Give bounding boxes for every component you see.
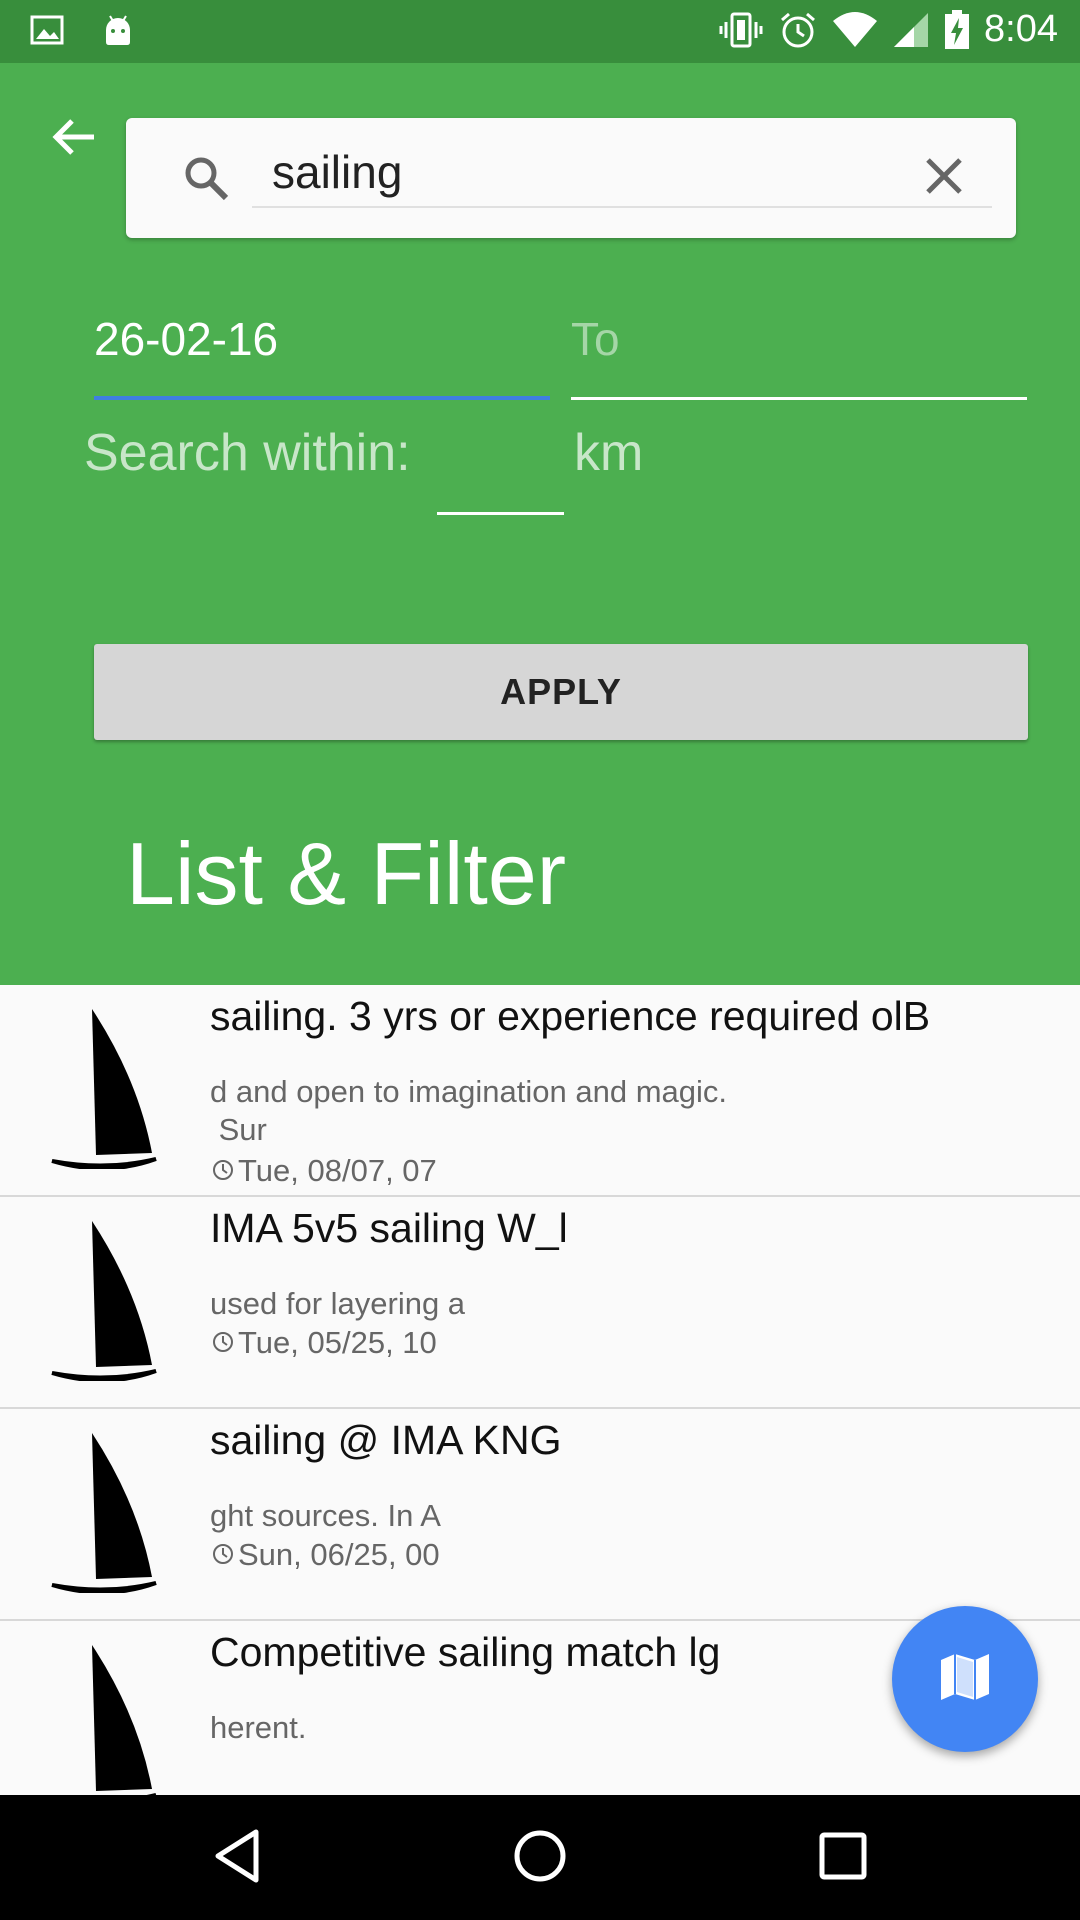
item-description: ght sources. In A [210, 1498, 441, 1533]
clock-icon [212, 1537, 234, 1573]
search-box [126, 118, 1016, 238]
sailboat-icon [48, 1433, 158, 1598]
nav-back-button[interactable] [204, 1825, 270, 1891]
nav-home-icon [512, 1828, 568, 1889]
search-within-label: Search within: [84, 424, 411, 482]
close-icon [924, 156, 964, 201]
image-icon [30, 13, 64, 47]
list-item[interactable]: sailing. 3 yrs or experience required ol… [0, 985, 1080, 1197]
map-view-fab[interactable] [892, 1606, 1038, 1752]
status-time: 8:04 [984, 8, 1058, 50]
page-title: List & Filter [126, 824, 567, 923]
search-icon [182, 154, 230, 207]
vibrate-icon [718, 10, 764, 50]
item-date: Tue, 08/07, 07 [212, 1153, 437, 1189]
battery-charging-icon [944, 9, 970, 50]
clock-icon [212, 1153, 234, 1189]
back-button[interactable] [46, 111, 102, 167]
item-title: sailing @ IMA KNG [210, 1417, 562, 1463]
search-header: 26-02-16 To Search within: km APPLY List… [0, 63, 1080, 985]
clear-search-button[interactable] [916, 150, 972, 206]
alarm-icon [778, 10, 818, 50]
signal-icon [892, 11, 930, 49]
item-title: sailing. 3 yrs or experience required ol… [210, 993, 931, 1039]
nav-back-icon [212, 1828, 262, 1889]
nav-home-button[interactable] [507, 1825, 573, 1891]
item-date-text: Tue, 05/25, 10 [238, 1325, 437, 1360]
item-date-text: Sun, 06/25, 00 [238, 1537, 440, 1572]
search-input[interactable] [252, 138, 992, 208]
item-description: d and open to imagination and magic. Sur [210, 1074, 728, 1147]
item-title: IMA 5v5 sailing W_l [210, 1205, 568, 1251]
arrow-left-icon [50, 115, 98, 164]
map-icon [937, 1652, 993, 1707]
search-radius-input[interactable] [437, 435, 564, 515]
item-date: Tue, 05/25, 10 [212, 1325, 437, 1361]
item-description: herent. [210, 1710, 307, 1745]
system-nav-bar [0, 1795, 1080, 1920]
status-bar: 8:04 [0, 0, 1080, 63]
item-title: Competitive sailing match lg [210, 1629, 721, 1675]
sailboat-icon [48, 1645, 158, 1795]
sailboat-icon [48, 1221, 158, 1386]
list-item[interactable]: IMA 5v5 sailing W_l used for layering a … [0, 1197, 1080, 1409]
list-item[interactable]: sailing @ IMA KNG ght sources. In A Sun,… [0, 1409, 1080, 1621]
date-from-field[interactable]: 26-02-16 [94, 296, 550, 400]
km-unit-label: km [574, 424, 644, 482]
date-to-placeholder: To [571, 313, 620, 365]
wifi-icon [832, 11, 878, 49]
clock-icon [212, 1325, 234, 1361]
apply-button[interactable]: APPLY [94, 644, 1028, 740]
date-to-field[interactable]: To [571, 296, 1027, 400]
android-icon [100, 12, 136, 48]
nav-recents-button[interactable] [810, 1825, 876, 1891]
item-date: Sun, 06/25, 00 [212, 1537, 440, 1573]
item-date-text: Tue, 08/07, 07 [238, 1153, 437, 1188]
date-from-value: 26-02-16 [94, 313, 279, 365]
nav-recents-icon [818, 1831, 868, 1886]
sailboat-icon [48, 1009, 158, 1174]
item-description: used for layering a [210, 1286, 466, 1321]
